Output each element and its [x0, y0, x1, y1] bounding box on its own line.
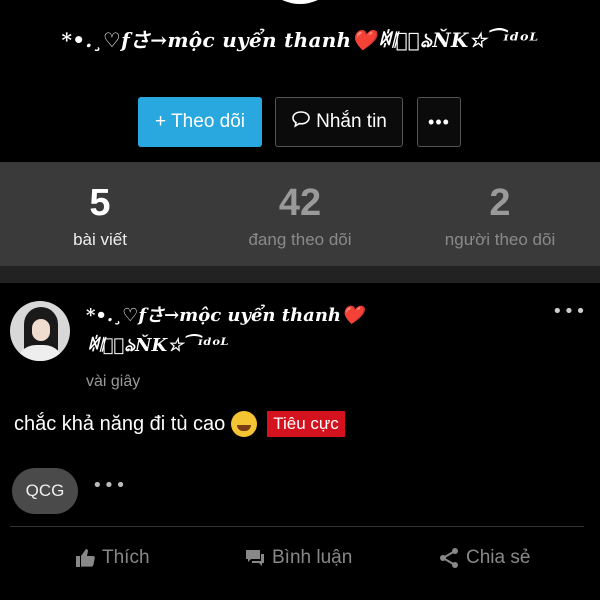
message-label: Nhắn tin — [316, 111, 387, 132]
profile-header: *•.¸♡fさ→mộc uyển thanh❤️ꉈ𝄁ঔ⃝ঌŇK☆⁀ᶦᵈᵒᴸ + … — [0, 0, 600, 162]
post-author-name-line1: *•.¸♡fさ→mộc uyển thanh❤️ — [86, 305, 364, 326]
like-button[interactable]: Thích — [74, 543, 150, 573]
follow-button[interactable]: + Theo dõi — [138, 97, 262, 147]
stat-label: người theo dõi — [444, 230, 556, 249]
post-card: *•.¸♡fさ→mộc uyển thanh❤️ ꉈ𝄁ঔ⃝ঌŇK☆⁀ᶦᵈᵒᴸ •… — [0, 283, 600, 600]
like-label: Thích — [102, 547, 150, 568]
stat-posts[interactable]: 5 bài viết — [0, 162, 200, 266]
profile-name: *•.¸♡fさ→mộc uyển thanh❤️ꉈ𝄁ঔ⃝ঌŇK☆⁀ᶦᵈᵒᴸ — [61, 28, 539, 52]
thumbs-up-icon — [76, 549, 95, 567]
stat-value: 5 — [89, 182, 111, 224]
comment-icon — [246, 550, 264, 566]
post-timestamp: vài giây — [86, 373, 141, 390]
post-divider — [10, 526, 584, 527]
post-author-name[interactable]: *•.¸♡fさ→mộc uyển thanh❤️ ꉈ𝄁ঔ⃝ঌŇK☆⁀ᶦᵈᵒᴸ — [86, 301, 426, 361]
stat-following[interactable]: 42 đang theo dõi — [200, 162, 400, 266]
post-more-button[interactable]: ••• — [552, 301, 587, 322]
post-author-avatar[interactable] — [10, 301, 70, 361]
follow-label: Theo dõi — [171, 111, 246, 132]
stat-followers[interactable]: 2 người theo dõi — [400, 162, 600, 266]
rofl-emoji-icon — [231, 411, 258, 437]
comment-label: Bình luận — [272, 547, 353, 568]
chat-bubble-icon — [291, 110, 311, 134]
sentiment-tag: Tiêu cực — [267, 411, 345, 437]
profile-stats: 5 bài viết 42 đang theo dõi 2 người theo… — [0, 162, 600, 266]
post-author-name-line2: ꉈ𝄁ঔ⃝ঌŇK☆⁀ᶦᵈᵒᴸ — [86, 335, 229, 356]
stat-label: bài viết — [73, 230, 127, 249]
share-icon — [440, 548, 458, 568]
message-button[interactable]: Nhắn tin — [275, 97, 403, 147]
profile-avatar[interactable] — [258, 0, 342, 4]
stat-label: đang theo dõi — [248, 230, 352, 249]
share-label: Chia sẻ — [466, 547, 531, 568]
stat-value: 2 — [489, 182, 511, 224]
more-options-button[interactable]: ••• — [417, 97, 461, 147]
stat-value: 42 — [278, 182, 322, 224]
post-content: chắc khả năng đi tù cao Tiêu cực — [14, 411, 345, 437]
post-text: chắc khả năng đi tù cao — [14, 412, 226, 435]
chip-more-button[interactable]: ••• — [92, 475, 127, 496]
share-button[interactable]: Chia sẻ — [438, 543, 530, 573]
plus-icon: + — [154, 111, 167, 132]
comment-button[interactable]: Bình luận — [244, 543, 352, 573]
reaction-chip[interactable]: QCG — [12, 468, 78, 514]
section-divider — [0, 266, 600, 283]
